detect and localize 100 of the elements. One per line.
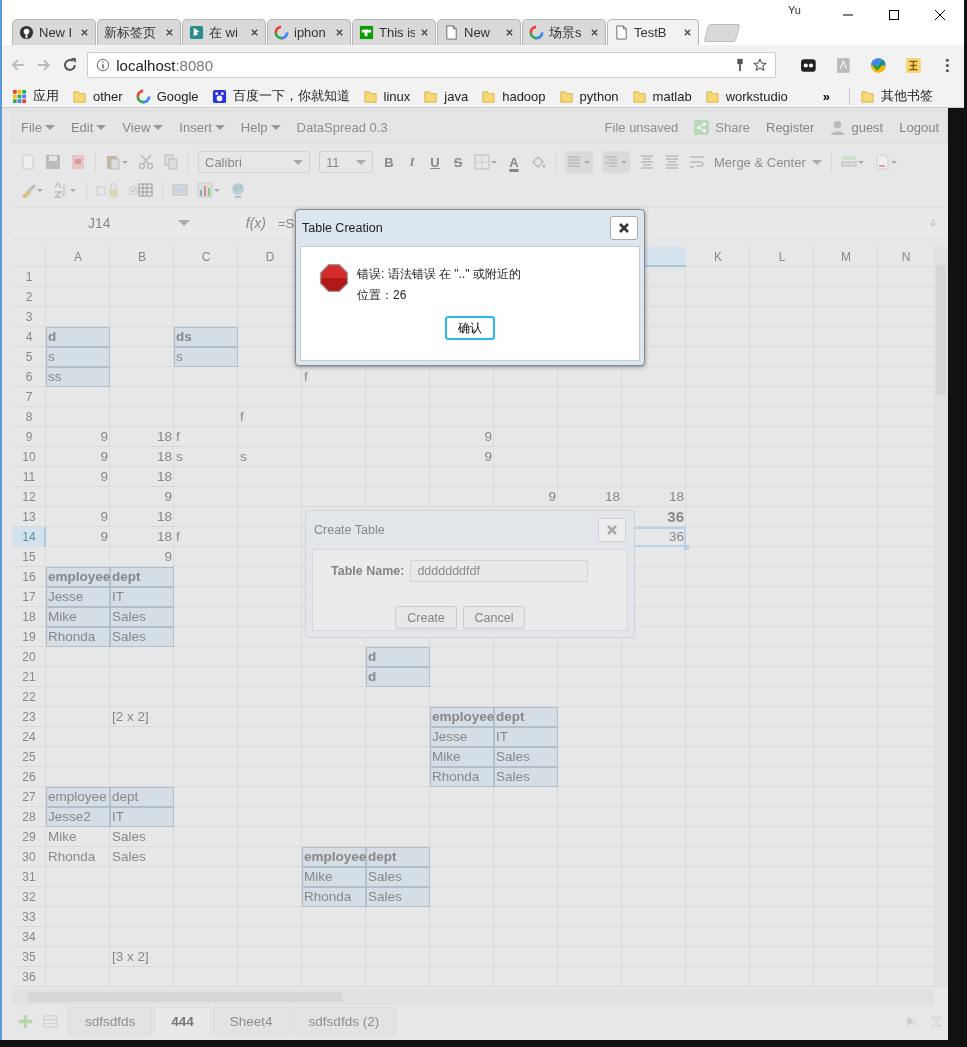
row-header[interactable]: 25: [12, 747, 46, 767]
horizontal-align-button[interactable]: [602, 151, 630, 173]
table-cell[interactable]: Sales: [110, 627, 174, 647]
colorful-circle-icon[interactable]: [869, 56, 887, 74]
row-header[interactable]: 14: [12, 527, 46, 547]
spreadsheet-cell[interactable]: 9: [46, 507, 110, 527]
table-cell[interactable]: employee: [430, 707, 494, 727]
g-logo-icon[interactable]: [135, 88, 151, 104]
row-header[interactable]: 34: [12, 927, 46, 947]
menu-item[interactable]: View: [122, 119, 164, 135]
table-cell[interactable]: Jesse: [46, 587, 110, 607]
spreadsheet-cell[interactable]: s: [238, 447, 302, 467]
image-icon[interactable]: [172, 182, 188, 198]
table-cell[interactable]: d: [46, 327, 110, 347]
row-header[interactable]: 5: [12, 347, 46, 367]
close-icon[interactable]: [165, 28, 174, 37]
font-size-dropdown[interactable]: 11: [319, 151, 373, 173]
font-dropdown[interactable]: Calibri: [198, 151, 310, 173]
row-header[interactable]: 26: [12, 767, 46, 787]
row-header[interactable]: 18: [12, 607, 46, 627]
spreadsheet-cell[interactable]: f: [174, 427, 238, 447]
last-sheet-icon[interactable]: [906, 1015, 917, 1027]
bookmark-link[interactable]: hadoop: [502, 88, 546, 104]
table-cell[interactable]: dept: [494, 707, 558, 727]
row-header[interactable]: 28: [12, 807, 46, 827]
table-cell[interactable]: Mike: [430, 747, 494, 767]
row-header[interactable]: 29: [12, 827, 46, 847]
format-button[interactable]: I: [405, 154, 419, 170]
spreadsheet-cell[interactable]: Mike: [46, 827, 110, 847]
row-header[interactable]: 33: [12, 907, 46, 927]
format-button[interactable]: B: [382, 154, 396, 170]
folder-icon[interactable]: [423, 88, 439, 104]
sheet-list-icon[interactable]: [43, 1013, 58, 1029]
menu-item[interactable]: Help: [240, 119, 281, 135]
row-header[interactable]: 35: [12, 947, 46, 967]
maximize-icon[interactable]: [888, 9, 900, 21]
grid-icon[interactable]: [12, 88, 27, 104]
row-header[interactable]: 20: [12, 647, 46, 667]
table-cell[interactable]: s: [174, 347, 238, 367]
table-cell[interactable]: IT: [494, 727, 558, 747]
column-header[interactable]: C: [174, 247, 238, 267]
seal-icon[interactable]: [904, 56, 922, 74]
row-header[interactable]: 10: [12, 447, 46, 467]
spreadsheet-cell[interactable]: 18: [622, 487, 686, 507]
table-cell[interactable]: Mike: [46, 607, 110, 627]
table-cell[interactable]: ss: [46, 367, 110, 387]
spreadsheet-cell[interactable]: 18: [110, 507, 174, 527]
merge-button[interactable]: Merge & Center: [714, 154, 822, 170]
new-tab-button[interactable]: [703, 24, 741, 42]
bookmark-link[interactable]: Google: [156, 88, 199, 104]
table-cell[interactable]: Rhonda: [46, 627, 110, 647]
table-cell[interactable]: Jesse2: [46, 807, 110, 827]
spreadsheet-cell[interactable]: 18: [110, 427, 174, 447]
scissors-icon[interactable]: [138, 154, 154, 170]
bookmark-link[interactable]: 应用: [33, 87, 59, 105]
folder-icon[interactable]: [631, 88, 647, 104]
row-header[interactable]: 36: [12, 967, 46, 987]
spreadsheet-cell[interactable]: Rhonda: [46, 847, 110, 867]
table-cell[interactable]: IT: [110, 587, 174, 607]
spreadsheet-cell[interactable]: Sales: [110, 847, 174, 867]
menu-item[interactable]: Edit: [70, 119, 107, 135]
close-icon[interactable]: [420, 28, 429, 37]
align-lines-icon[interactable]: [664, 154, 680, 170]
row-header[interactable]: 3: [12, 307, 46, 327]
address-field[interactable]: localhost:8080: [87, 52, 777, 78]
align-lines-icon[interactable]: [639, 154, 655, 170]
confirm-button[interactable]: 确认: [445, 316, 495, 340]
spreadsheet-cell[interactable]: 18: [110, 447, 174, 467]
folder-icon[interactable]: [362, 88, 378, 104]
menu-item[interactable]: Insert: [179, 119, 225, 135]
row-header[interactable]: 31: [12, 867, 46, 887]
spreadsheet-cell[interactable]: [3 x 2]: [110, 947, 174, 967]
brush-icon[interactable]: [20, 182, 44, 198]
close-icon[interactable]: [505, 28, 514, 37]
vertical-align-button[interactable]: [565, 151, 593, 173]
browser-tab[interactable]: 场景s: [522, 19, 606, 45]
spreadsheet-cell[interactable]: f: [302, 367, 366, 387]
spreadsheet-cell[interactable]: 9: [46, 467, 110, 487]
spreadsheet-cell[interactable]: 36: [622, 527, 686, 547]
bookmark-link[interactable]: python: [579, 88, 619, 104]
column-header[interactable]: L: [750, 247, 814, 267]
table-cell[interactable]: Mike: [302, 867, 366, 887]
spreadsheet-cell[interactable]: f: [238, 407, 302, 427]
spreadsheet-cell[interactable]: 9: [46, 427, 110, 447]
table-cell[interactable]: Sales: [366, 867, 430, 887]
row-header[interactable]: 32: [12, 887, 46, 907]
menu-item[interactable]: File: [21, 119, 55, 135]
row-header[interactable]: 30: [12, 847, 46, 867]
share-icon[interactable]: [694, 119, 710, 135]
info-icon[interactable]: [96, 58, 111, 72]
row-header[interactable]: 2: [12, 287, 46, 307]
pdf-icon[interactable]: [70, 154, 86, 170]
row-header[interactable]: 27: [12, 787, 46, 807]
table-cell[interactable]: ds: [174, 327, 238, 347]
collapse-icon[interactable]: [931, 1015, 942, 1027]
folder-icon[interactable]: [860, 88, 875, 104]
table-cell[interactable]: dept: [366, 847, 430, 867]
folder-icon[interactable]: [704, 88, 720, 104]
add-sheet-icon[interactable]: [18, 1013, 33, 1029]
table-cell[interactable]: dept: [110, 787, 174, 807]
